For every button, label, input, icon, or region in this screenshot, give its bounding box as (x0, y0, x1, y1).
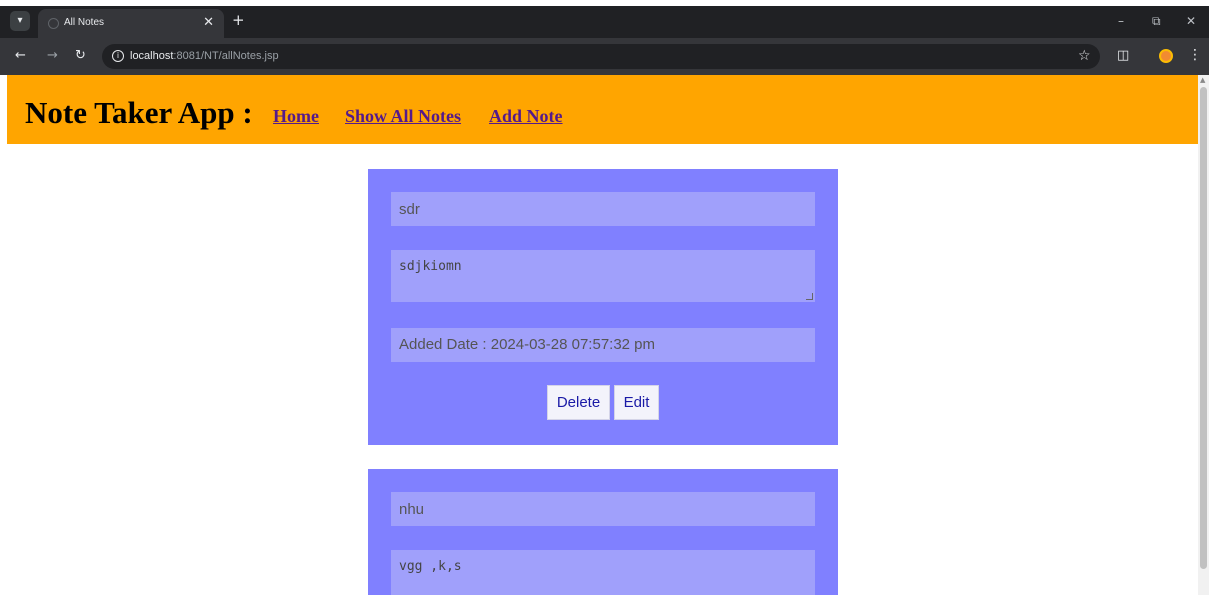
tab-title: All Notes (64, 17, 105, 28)
note-date-field: Added Date : 2024-03-28 07:57:32 pm (391, 328, 815, 362)
note-card: nhu vgg ,k,s (368, 469, 838, 595)
url-text: localhost:8081/NT/allNotes.jsp (130, 50, 279, 62)
note-content-text: vgg ,k,s (399, 559, 462, 574)
note-title-field[interactable]: nhu (391, 492, 815, 526)
page-viewport: Note Taker App : Home Show All Notes Add… (0, 75, 1198, 595)
close-icon[interactable]: ✕ (203, 15, 214, 30)
puzzle-icon[interactable]: ◫ (1117, 48, 1129, 63)
edit-button[interactable]: Edit (614, 385, 659, 420)
note-card: sdr sdjkiomn Added Date : 2024-03-28 07:… (368, 169, 838, 445)
vertical-scrollbar[interactable]: ▲ (1198, 75, 1209, 595)
back-arrow-icon[interactable]: ← (15, 48, 26, 63)
browser-tab-strip: ▾ All Notes ✕ + – ⧉ ✕ (0, 6, 1209, 38)
resize-handle-icon[interactable] (806, 293, 813, 300)
reload-icon[interactable]: ↻ (75, 48, 86, 63)
info-icon[interactable]: i (112, 50, 124, 62)
delete-button[interactable]: Delete (547, 385, 610, 420)
nav-link-add-note[interactable]: Add Note (489, 106, 563, 127)
star-icon[interactable]: ☆ (1078, 48, 1091, 64)
plus-icon[interactable]: + (232, 11, 245, 29)
scrollbar-thumb[interactable] (1200, 87, 1207, 569)
app-header: Note Taker App : Home Show All Notes Add… (7, 75, 1198, 144)
note-content-text: sdjkiomn (399, 259, 462, 274)
note-content-field[interactable]: vgg ,k,s (391, 550, 815, 595)
nav-link-show-all-notes[interactable]: Show All Notes (345, 106, 461, 127)
profile-icon[interactable] (1159, 49, 1173, 63)
app-title: Note Taker App : (25, 95, 253, 130)
browser-tab[interactable]: All Notes ✕ (38, 9, 224, 38)
scroll-up-icon[interactable]: ▲ (1200, 76, 1205, 84)
window-close-icon[interactable]: ✕ (1186, 14, 1196, 28)
favicon-icon (48, 18, 59, 29)
url-input[interactable]: i localhost:8081/NT/allNotes.jsp (102, 44, 1100, 69)
note-content-field[interactable]: sdjkiomn (391, 250, 815, 302)
minimize-icon[interactable]: – (1118, 14, 1124, 28)
forward-arrow-icon[interactable]: → (47, 48, 58, 63)
chevron-down-icon[interactable]: ▾ (10, 11, 30, 31)
restore-icon[interactable]: ⧉ (1152, 14, 1161, 29)
nav-link-home[interactable]: Home (273, 106, 319, 127)
kebab-menu-icon[interactable]: ⋮ (1188, 47, 1202, 63)
note-title-field[interactable]: sdr (391, 192, 815, 226)
address-bar: ← → ↻ i localhost:8081/NT/allNotes.jsp ☆… (0, 38, 1209, 75)
